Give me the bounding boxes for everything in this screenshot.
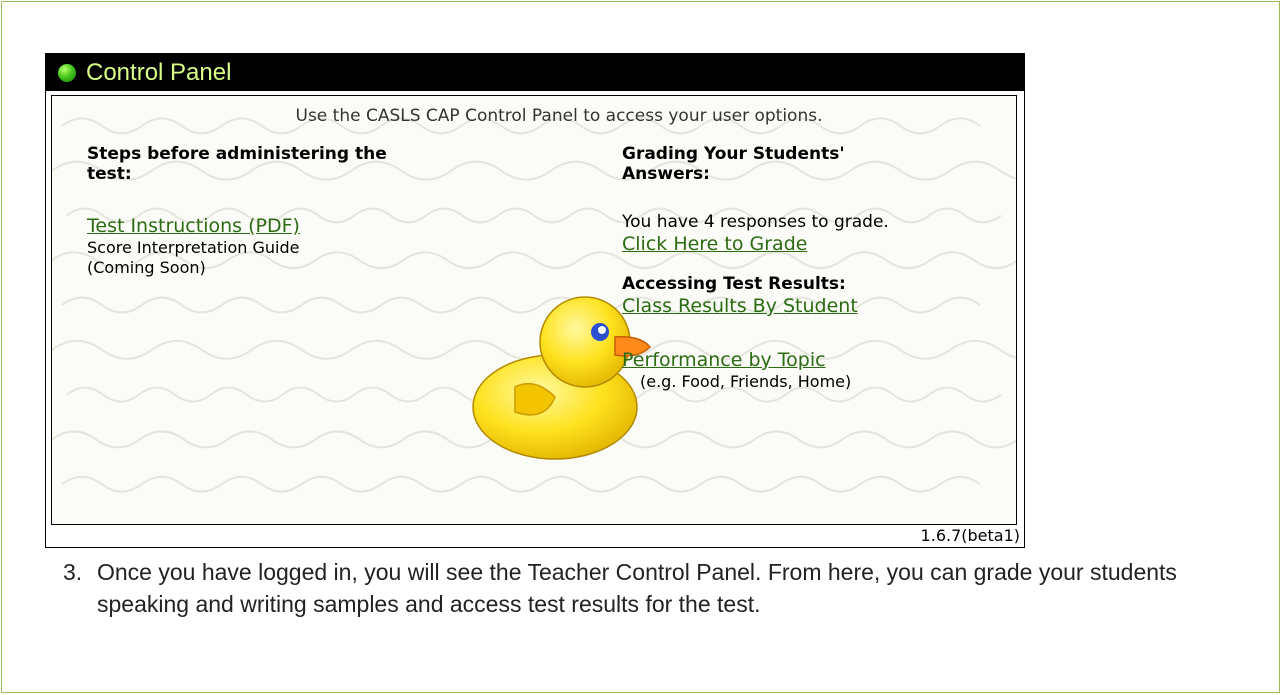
panel-title: Control Panel xyxy=(86,58,232,86)
step-description: Once you have logged in, you will see th… xyxy=(97,559,1177,617)
intro-text: Use the CASLS CAP Control Panel to acces… xyxy=(295,106,823,126)
grading-section: Grading Your Students' Answers: You have… xyxy=(622,144,1002,392)
score-guide-label: Score Interpretation Guide xyxy=(87,238,300,257)
status-dot-icon xyxy=(58,63,76,82)
score-guide-status: (Coming Soon) xyxy=(87,258,206,277)
pre-test-heading: Steps before administering the test: xyxy=(87,144,387,184)
test-instructions-link[interactable]: Test Instructions (PDF) xyxy=(87,214,300,238)
results-heading: Accessing Test Results: xyxy=(622,274,846,294)
panel-body: Use the CASLS CAP Control Panel to acces… xyxy=(51,95,1017,525)
grading-heading: Grading Your Students' Answers: xyxy=(622,144,845,184)
performance-example: (e.g. Food, Friends, Home) xyxy=(640,372,852,391)
step-paragraph: 3. Once you have logged in, you will see… xyxy=(63,556,1227,620)
control-panel-screenshot: Control Panel Use the CASLS CAP Control … xyxy=(45,53,1025,548)
version-label: 1.6.7(beta1) xyxy=(920,526,1020,545)
grade-link[interactable]: Click Here to Grade xyxy=(622,232,807,256)
performance-link[interactable]: Performance by Topic xyxy=(622,348,826,372)
pre-test-section: Steps before administering the test: Tes… xyxy=(87,144,447,278)
responses-count: You have 4 responses to grade. xyxy=(622,212,889,232)
panel-header: Control Panel xyxy=(46,54,1024,91)
step-number: 3. xyxy=(63,559,83,585)
class-results-link[interactable]: Class Results By Student xyxy=(622,294,858,318)
